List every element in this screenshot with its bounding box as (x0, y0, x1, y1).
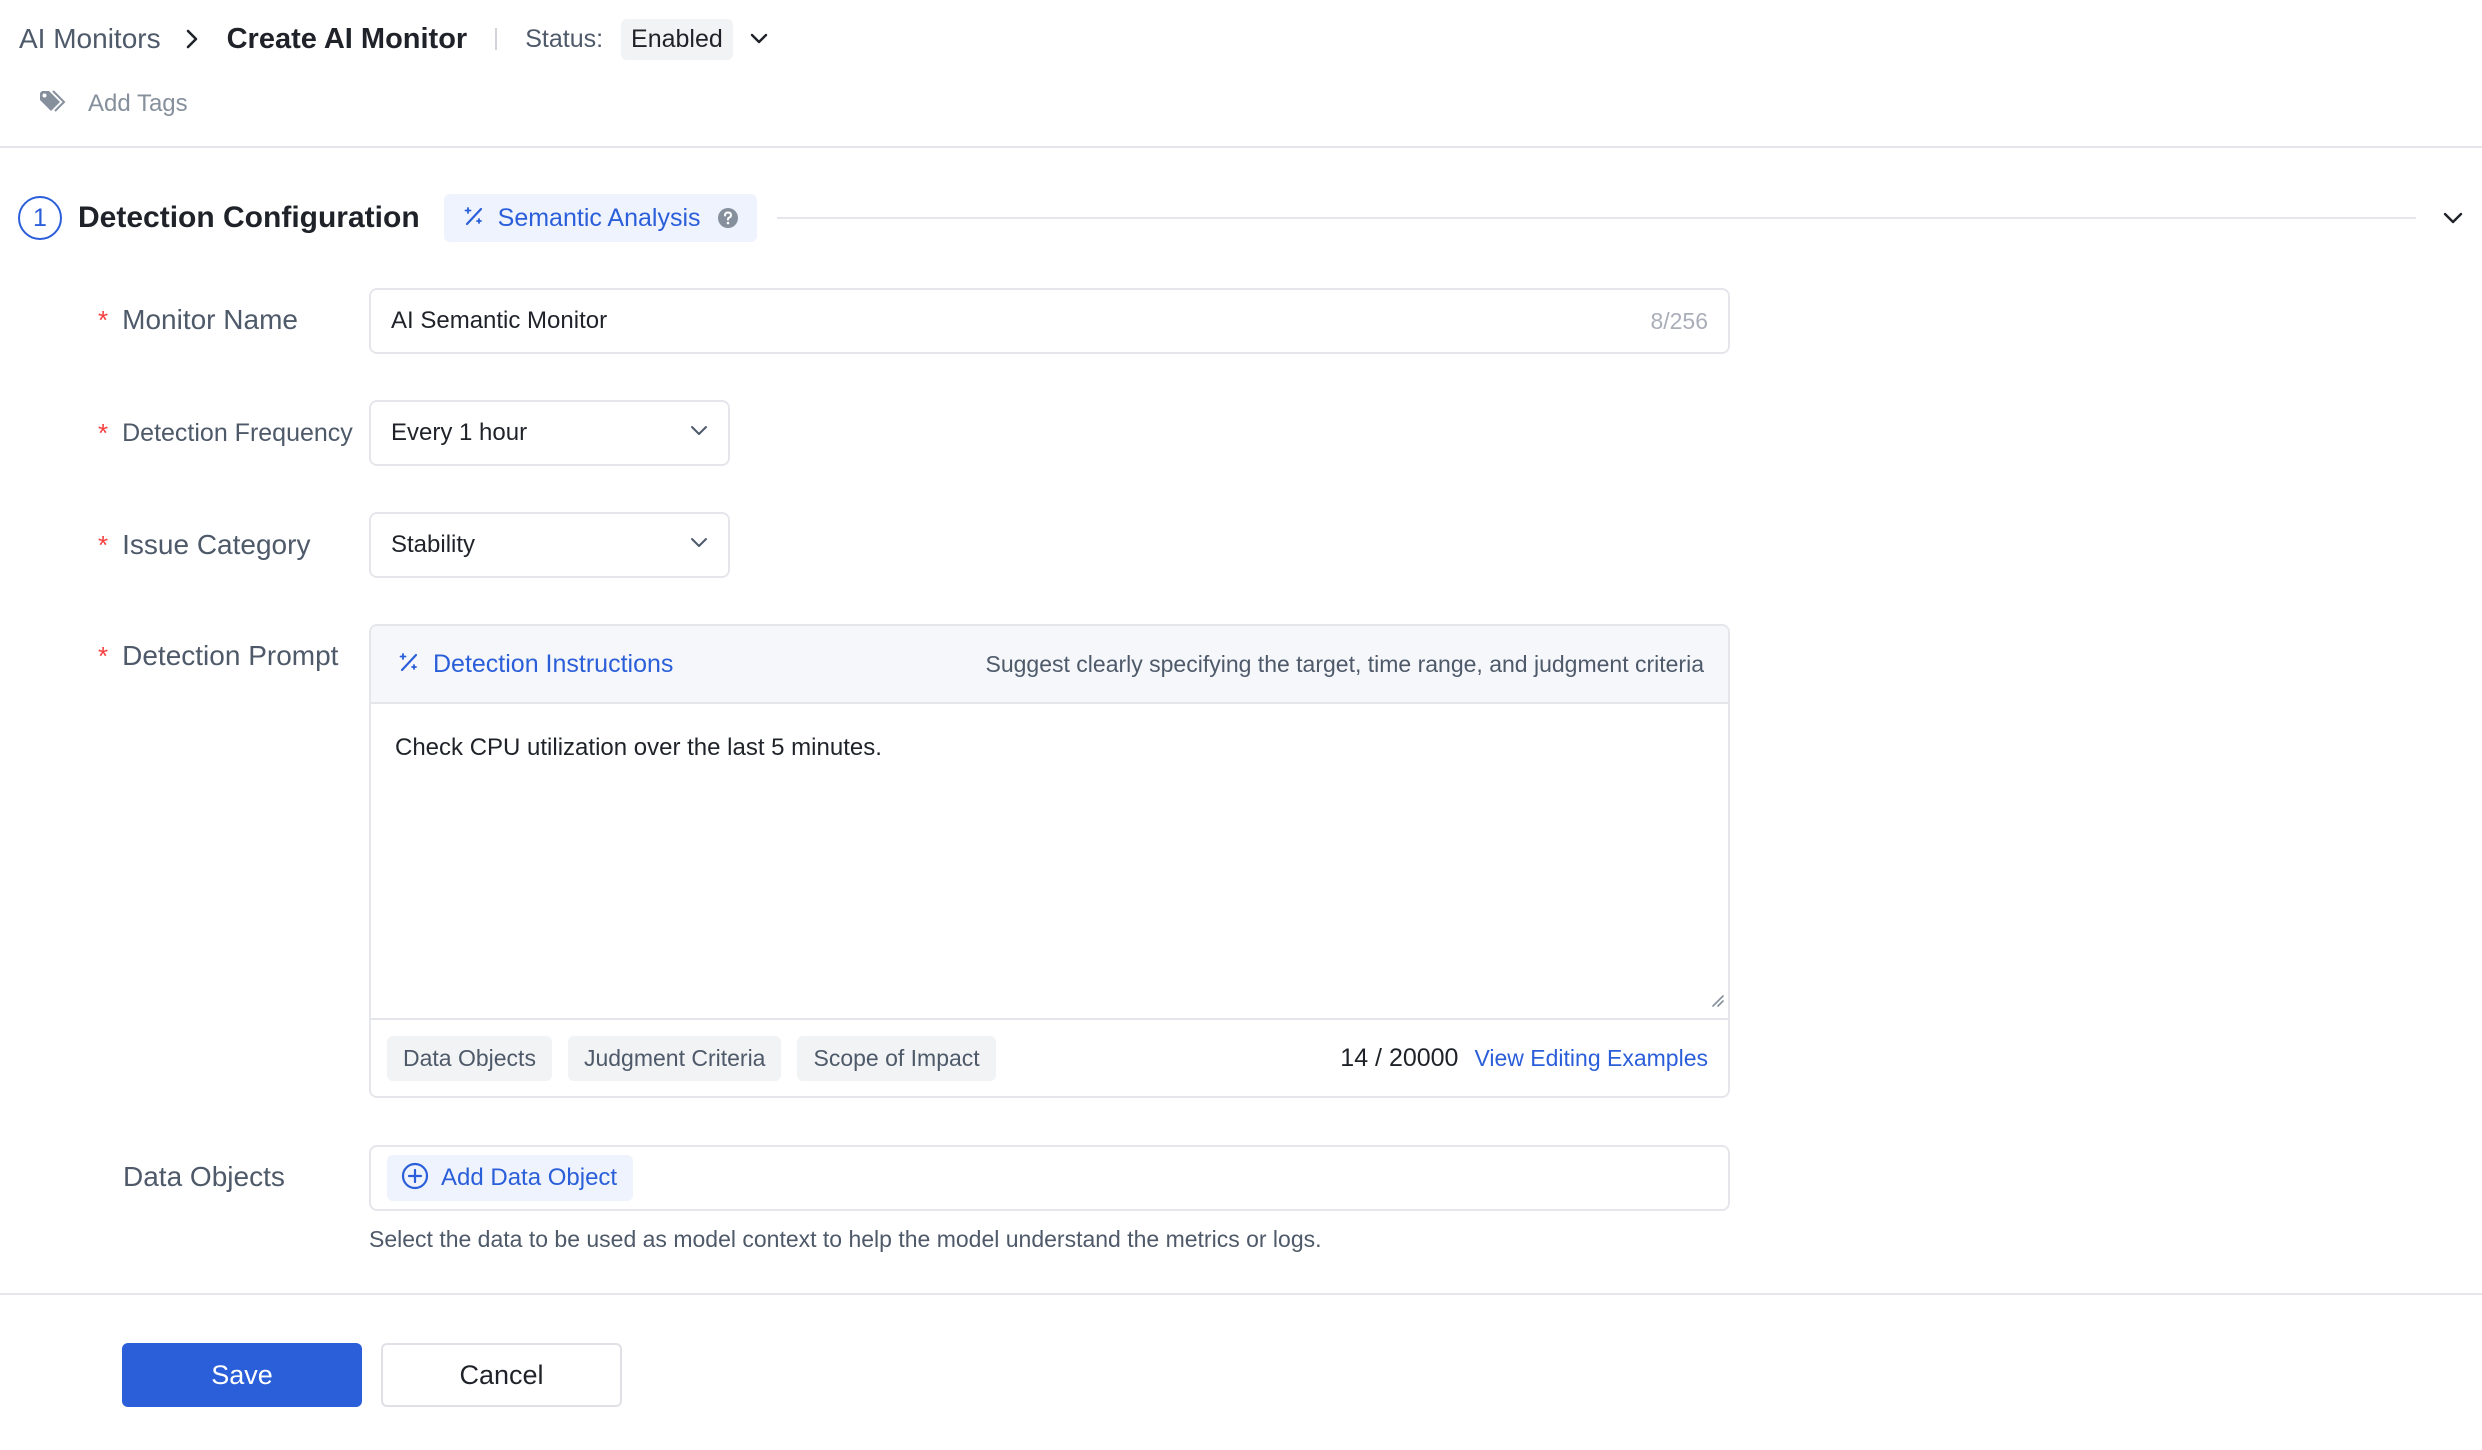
plus-circle-icon (401, 1162, 429, 1195)
detection-instructions-title: Detection Instructions (433, 649, 674, 678)
monitor-name-value: AI Semantic Monitor (391, 307, 608, 334)
chevron-down-icon[interactable] (2442, 211, 2464, 225)
add-tags-label: Add Tags (88, 90, 188, 117)
status-badge[interactable]: Enabled (621, 18, 733, 60)
data-objects-label: Data Objects (123, 1161, 285, 1192)
detection-frequency-label: * Detection Frequency (98, 413, 353, 453)
footer-divider (0, 1293, 2482, 1295)
breadcrumb: AI Monitors Create AI Monitor Status: En… (19, 14, 769, 64)
page-header: AI Monitors Create AI Monitor Status: En… (0, 0, 2482, 148)
required-asterisk: * (98, 304, 109, 335)
semantic-analysis-label: Semantic Analysis (497, 203, 701, 232)
issue-category-label: * Issue Category (98, 525, 310, 565)
prompt-text: Check CPU utilization over the last 5 mi… (395, 734, 882, 761)
issue-category-value: Stability (391, 531, 476, 558)
breadcrumb-ai-monitors[interactable]: AI Monitors (19, 23, 161, 55)
step-number: 1 (18, 196, 62, 240)
monitor-name-label-text: Monitor Name (122, 304, 298, 335)
chip-judgment-criteria[interactable]: Judgment Criteria (567, 1035, 782, 1081)
chevron-down-icon (690, 424, 708, 442)
prompt-editor-footer: Data Objects Judgment Criteria Scope of … (371, 1018, 1728, 1096)
detection-frequency-value: Every 1 hour (391, 419, 528, 446)
chevron-down-icon (690, 536, 708, 554)
save-button[interactable]: Save (122, 1343, 362, 1407)
chevron-right-icon (185, 28, 199, 50)
cancel-button[interactable]: Cancel (381, 1343, 622, 1407)
page-title: Create AI Monitor (226, 22, 468, 55)
issue-category-select[interactable]: Stability (369, 512, 730, 578)
section-title: Detection Configuration (78, 201, 420, 234)
sparkle-wand-icon (397, 650, 421, 679)
monitor-name-input[interactable]: AI Semantic Monitor 8/256 (369, 288, 1730, 354)
header-divider (495, 28, 498, 50)
add-data-object-label: Add Data Object (441, 1164, 618, 1191)
data-objects-hint: Select the data to be used as model cont… (369, 1226, 1322, 1252)
detection-prompt-label: * Detection Prompt (98, 636, 338, 676)
tag-icon (38, 89, 66, 120)
section-header: 1 Detection Configuration Semantic Analy… (18, 192, 2464, 244)
monitor-name-label: * Monitor Name (98, 300, 298, 340)
status-label: Status: (525, 24, 604, 53)
prompt-editor-header: Detection Instructions Suggest clearly s… (371, 626, 1728, 704)
prompt-chips: Data Objects Judgment Criteria Scope of … (387, 1035, 1012, 1081)
view-editing-examples-link[interactable]: View Editing Examples (1474, 1045, 1708, 1072)
help-circle-icon[interactable] (717, 207, 739, 229)
chevron-down-icon[interactable] (749, 32, 769, 46)
prompt-char-count: 14 / 20000 (1340, 1043, 1459, 1072)
add-data-object-button[interactable]: Add Data Object (387, 1155, 634, 1201)
chip-data-objects[interactable]: Data Objects (387, 1035, 552, 1081)
add-tags-button[interactable]: Add Tags (38, 86, 188, 122)
resize-grip-icon[interactable] (1710, 986, 1724, 1014)
required-asterisk: * (98, 529, 109, 560)
prompt-hint: Suggest clearly specifying the target, t… (985, 650, 1705, 677)
monitor-name-counter: 8/256 (1650, 307, 1708, 334)
detection-prompt-editor: Detection Instructions Suggest clearly s… (369, 624, 1730, 1098)
sparkle-wand-icon (462, 204, 486, 233)
detection-frequency-select[interactable]: Every 1 hour (369, 400, 730, 466)
create-ai-monitor-page: AI Monitors Create AI Monitor Status: En… (0, 0, 2482, 1450)
detection-prompt-textarea[interactable]: Check CPU utilization over the last 5 mi… (371, 704, 1728, 1018)
required-asterisk: * (98, 417, 109, 448)
issue-category-label-text: Issue Category (122, 529, 311, 560)
section-divider (776, 217, 2416, 219)
chip-scope-of-impact[interactable]: Scope of Impact (797, 1035, 996, 1081)
semantic-analysis-badge: Semantic Analysis (443, 194, 757, 242)
detection-frequency-label-text: Detection Frequency (122, 418, 353, 447)
data-objects-field: Add Data Object (369, 1145, 1730, 1211)
detection-prompt-label-text: Detection Prompt (122, 640, 339, 671)
required-asterisk: * (98, 640, 109, 671)
